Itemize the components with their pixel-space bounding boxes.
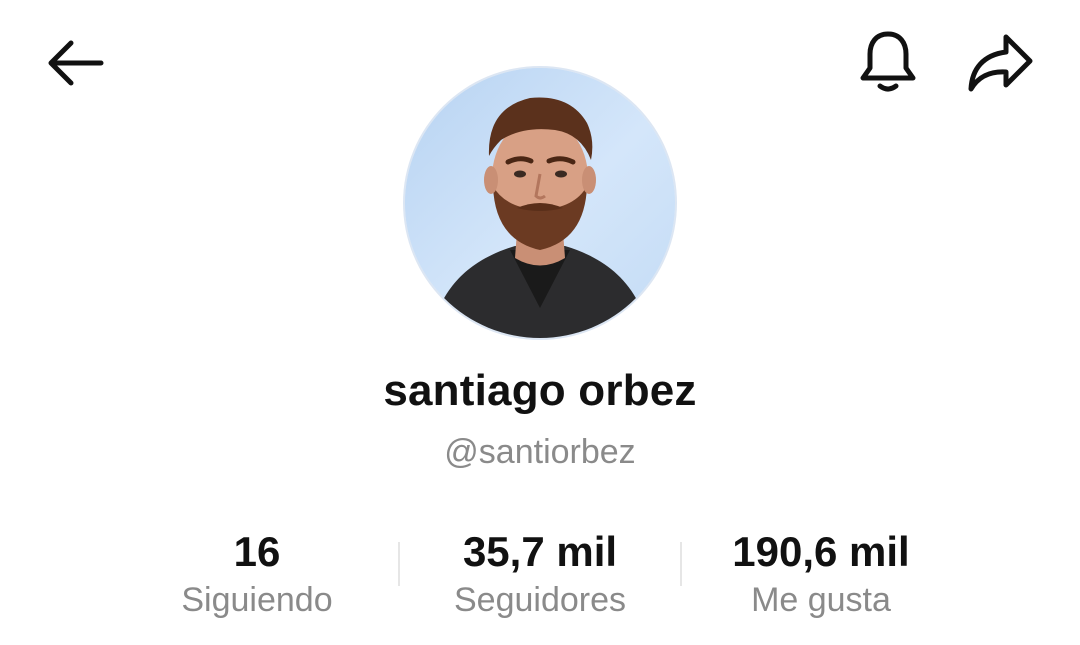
stat-divider bbox=[680, 542, 682, 586]
likes-label: Me gusta bbox=[751, 581, 891, 619]
profile-stats: 16 Siguiendo 35,7 mil Seguidores 190,6 m… bbox=[0, 528, 1080, 628]
followers-stat[interactable]: 35,7 mil Seguidores bbox=[430, 528, 650, 622]
notifications-button[interactable] bbox=[852, 26, 924, 98]
bell-icon bbox=[860, 31, 916, 92]
following-stat[interactable]: 16 Siguiendo bbox=[157, 528, 357, 622]
stat-divider bbox=[398, 542, 400, 586]
share-button[interactable] bbox=[962, 28, 1038, 96]
profile-screen: santiago orbez @santiorbez 16 Siguiendo … bbox=[0, 0, 1080, 645]
following-label: Siguiendo bbox=[181, 581, 333, 619]
arrow-left-icon bbox=[48, 40, 104, 86]
likes-count: 190,6 mil bbox=[732, 528, 910, 575]
followers-count: 35,7 mil bbox=[462, 528, 618, 575]
avatar[interactable] bbox=[405, 68, 675, 338]
following-count: 16 bbox=[233, 528, 281, 575]
followers-label: Seguidores bbox=[453, 581, 626, 619]
share-arrow-icon bbox=[968, 34, 1033, 92]
display-name: santiago orbez bbox=[383, 366, 697, 415]
back-button[interactable] bbox=[40, 34, 108, 92]
profile-photo bbox=[405, 68, 675, 338]
username: @santiorbez bbox=[444, 433, 636, 471]
likes-stat[interactable]: 190,6 mil Me gusta bbox=[711, 528, 931, 622]
